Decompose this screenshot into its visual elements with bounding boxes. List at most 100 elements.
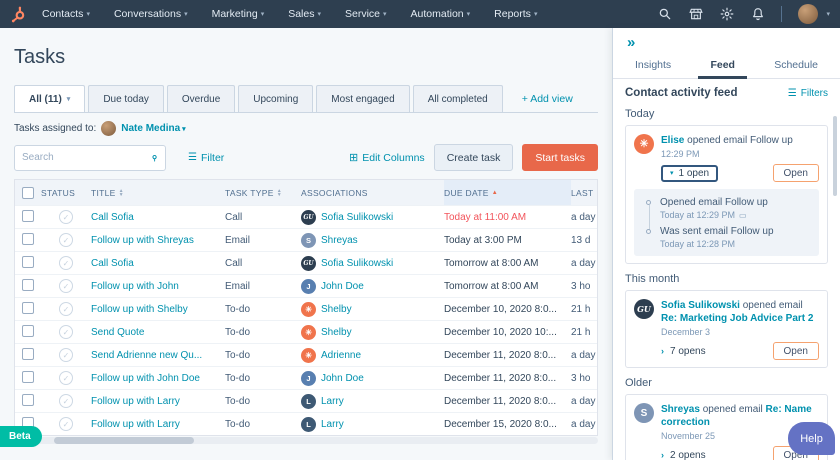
tab-feed[interactable]: Feed [698,53,747,78]
tab-all-completed[interactable]: All completed [413,85,503,112]
feed-actor-link[interactable]: Shreyas [661,404,700,415]
tab-overdue[interactable]: Overdue [167,85,235,112]
association-link[interactable]: Larry [321,419,344,430]
chevron-down-icon: ▾ [67,95,71,103]
task-row: ✓Follow up with ShreyasEmailSShreyasToda… [15,228,597,251]
nav-item-sales[interactable]: Sales▾ [288,8,321,20]
association-link[interactable]: Adrienne [321,350,361,361]
chevron-down-icon: ▾ [467,11,471,18]
search-input[interactable] [22,152,152,163]
task-status-icon[interactable]: ✓ [59,302,73,316]
column-header-task-type[interactable]: TASK TYPE▲▼ [225,188,301,198]
task-title-link[interactable]: Send Adrienne new Qu... [91,350,202,361]
row-checkbox[interactable] [22,302,34,314]
association-link[interactable]: Sofia Sulikowski [321,212,393,223]
task-title-link[interactable]: Call Sofia [91,212,134,223]
column-header-due-date[interactable]: DUE DATE▲ [444,180,571,205]
start-tasks-button[interactable]: Start tasks [522,144,598,171]
association-link[interactable]: Shelby [321,327,352,338]
open-email-button[interactable]: Open [773,342,819,360]
task-title-link[interactable]: Send Quote [91,327,144,338]
opens-toggle[interactable]: ›2 opens [661,450,706,460]
vertical-scrollbar-thumb[interactable] [833,116,837,196]
opens-toggle[interactable]: ›7 opens [661,346,706,357]
column-header-status[interactable]: STATUS [41,188,91,198]
column-header-associations[interactable]: ASSOCIATIONS [301,188,444,198]
help-button[interactable]: Help [788,422,835,455]
add-view-button[interactable]: + Add view [522,93,573,105]
settings-gear-icon[interactable] [719,7,734,22]
task-status-icon[interactable]: ✓ [59,417,73,431]
nav-item-automation[interactable]: Automation▾ [411,8,471,20]
task-title-link[interactable]: Follow up with John [91,281,179,292]
row-checkbox[interactable] [22,256,34,268]
task-status-icon[interactable]: ✓ [59,256,73,270]
table-header-row: STATUS TITLE▲▼ TASK TYPE▲▼ ASSOCIATIONS … [15,180,597,205]
nav-item-service[interactable]: Service▾ [345,8,387,20]
association-link[interactable]: Shelby [321,304,352,315]
assigned-user-dropdown[interactable]: Nate Medina▾ [121,123,185,134]
tab-upcoming[interactable]: Upcoming [238,85,313,112]
row-checkbox[interactable] [22,210,34,222]
filter-button[interactable]: ☰Filter [188,152,224,164]
task-title-link[interactable]: Call Sofia [91,258,134,269]
row-checkbox[interactable] [22,394,34,406]
tab-due-today[interactable]: Due today [88,85,164,112]
tab-schedule[interactable]: Schedule [762,53,830,78]
task-type: To-do [225,373,301,384]
nav-item-reports[interactable]: Reports▾ [494,8,537,20]
task-title-link[interactable]: Follow up with Larry [91,396,180,407]
filter-icon: ☰ [788,88,797,99]
row-checkbox[interactable] [22,348,34,360]
select-all-checkbox[interactable] [22,187,34,199]
marketplace-icon[interactable] [688,7,703,22]
task-status-icon[interactable]: ✓ [59,394,73,408]
task-row: ✓Follow up with LarryTo-doLLarryDecember… [15,389,597,412]
view-tabs: All (11)▾Due todayOverdueUpcomingMost en… [14,85,598,113]
tab-all-11[interactable]: All (11)▾ [14,85,85,112]
row-checkbox[interactable] [22,325,34,337]
row-checkbox[interactable] [22,279,34,291]
nav-item-conversations[interactable]: Conversations▾ [114,8,188,20]
task-title-link[interactable]: Follow up with John Doe [91,373,200,384]
task-type: To-do [225,350,301,361]
association-link[interactable]: John Doe [321,373,364,384]
scrollbar-thumb[interactable] [54,437,194,444]
nav-item-contacts[interactable]: Contacts▾ [42,8,90,20]
email-subject-link[interactable]: Re: Marketing Job Advice Part 2 [661,313,813,324]
edit-columns-button[interactable]: ⊞Edit Columns [349,151,425,164]
search-icon[interactable] [657,7,672,22]
open-email-button[interactable]: Open [773,164,819,182]
task-title-link[interactable]: Follow up with Larry [91,419,180,430]
task-type: To-do [225,396,301,407]
association-link[interactable]: John Doe [321,281,364,292]
task-status-icon[interactable]: ✓ [59,371,73,385]
association-link[interactable]: Larry [321,396,344,407]
create-task-button[interactable]: Create task [434,144,514,171]
beta-badge[interactable]: Beta [0,426,42,447]
feed-actor-link[interactable]: Elise [661,135,684,146]
tab-insights[interactable]: Insights [623,53,683,78]
tab-most-engaged[interactable]: Most engaged [316,85,409,112]
feed-actor-link[interactable]: Sofia Sulikowski [661,300,740,311]
collapse-sidebar-icon[interactable]: » [613,28,643,53]
user-avatar[interactable] [798,4,818,24]
association-link[interactable]: Sofia Sulikowski [321,258,393,269]
task-title-link[interactable]: Follow up with Shreyas [91,235,194,246]
column-header-title[interactable]: TITLE▲▼ [91,188,225,198]
filters-button[interactable]: ☰Filters [788,88,828,99]
row-checkbox[interactable] [22,371,34,383]
column-header-last[interactable]: LAST [571,188,599,198]
task-status-icon[interactable]: ✓ [59,233,73,247]
task-status-icon[interactable]: ✓ [59,210,73,224]
task-status-icon[interactable]: ✓ [59,325,73,339]
association-link[interactable]: Shreyas [321,235,358,246]
row-checkbox[interactable] [22,233,34,245]
hubspot-logo-icon[interactable] [10,5,28,23]
task-title-link[interactable]: Follow up with Shelby [91,304,188,315]
nav-item-marketing[interactable]: Marketing▾ [212,8,265,20]
task-status-icon[interactable]: ✓ [59,348,73,362]
task-status-icon[interactable]: ✓ [59,279,73,293]
notifications-bell-icon[interactable] [750,7,765,22]
opens-toggle[interactable]: ▾1 open [661,165,718,182]
